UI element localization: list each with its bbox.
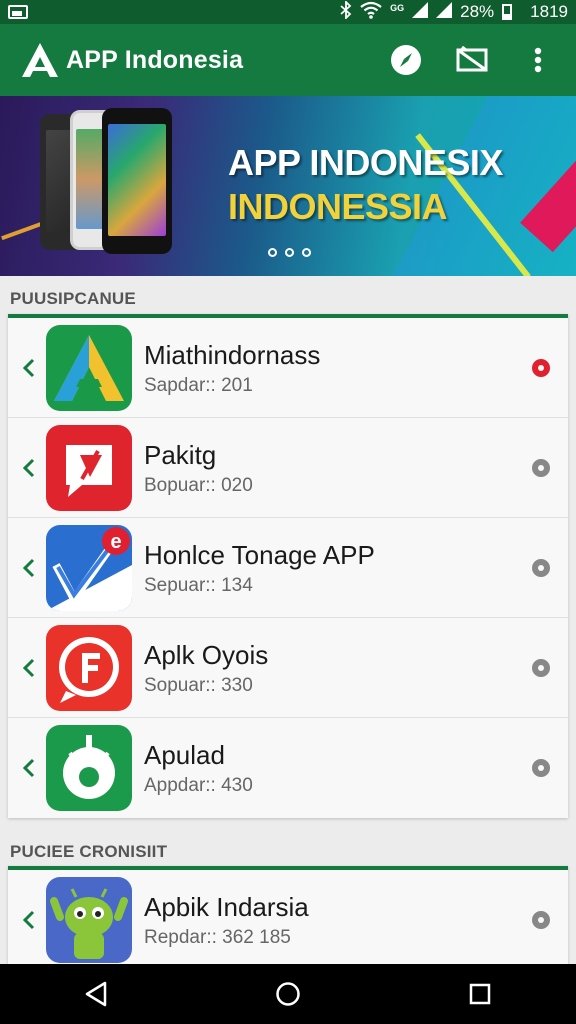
blue-check-app-icon: e bbox=[46, 524, 132, 611]
green-triangle-app-icon bbox=[46, 324, 132, 411]
app-meta: Bopuar:: 020 bbox=[144, 474, 253, 496]
system-nav-bar bbox=[0, 964, 576, 1024]
carousel-dot[interactable] bbox=[285, 248, 294, 257]
chevron-left-icon[interactable] bbox=[8, 870, 46, 970]
list-item[interactable]: Miathindornass Sapdar:: 201 bbox=[8, 318, 568, 418]
carousel-indicator bbox=[268, 248, 311, 257]
app-meta: Sopuar:: 330 bbox=[144, 674, 253, 696]
app-name: Honlce Tonage APP bbox=[144, 539, 375, 570]
battery-percent: 28% bbox=[460, 2, 495, 21]
list-item[interactable]: Apbik Indarsia Repdar:: 362 185 bbox=[8, 870, 568, 970]
battery-icon bbox=[502, 4, 513, 20]
signal-icon-2 bbox=[436, 1, 453, 23]
more-vert-icon[interactable] bbox=[514, 36, 562, 84]
status-indicator-icon bbox=[532, 911, 550, 929]
android-mascot-app-icon bbox=[46, 877, 132, 963]
chevron-left-icon[interactable] bbox=[8, 418, 46, 517]
app-logo-icon bbox=[20, 40, 60, 80]
green-robot-app-icon bbox=[46, 725, 132, 811]
chevron-left-icon[interactable] bbox=[8, 718, 46, 818]
app-meta: Appdar:: 430 bbox=[144, 775, 253, 796]
app-name: Aplk Oyois bbox=[144, 639, 269, 670]
banner-subtitle: INDONESSIA bbox=[228, 186, 448, 227]
chevron-left-icon[interactable] bbox=[8, 318, 46, 417]
app-bar: APP Indonesia bbox=[0, 24, 576, 96]
banner-title: APP INDONESIX bbox=[228, 142, 503, 183]
carousel-dot[interactable] bbox=[268, 248, 277, 257]
app-list-card: Apbik Indarsia Repdar:: 362 185 bbox=[8, 866, 568, 970]
home-icon[interactable] bbox=[258, 964, 318, 1024]
status-indicator-icon bbox=[532, 358, 550, 377]
status-indicator-icon bbox=[532, 558, 550, 577]
wifi-icon bbox=[360, 1, 382, 24]
red-chat-app-icon bbox=[46, 424, 132, 511]
app-name: Apulad bbox=[144, 740, 225, 770]
red-f-app-icon bbox=[46, 624, 132, 711]
back-icon[interactable] bbox=[66, 964, 126, 1024]
app-meta: Sepuar:: 134 bbox=[144, 574, 253, 596]
app-meta: Repdar:: 362 185 bbox=[144, 927, 291, 948]
app-title: APP Indonesia bbox=[66, 45, 244, 74]
svg-text:e: e bbox=[110, 531, 121, 553]
list-item[interactable]: Pakitg Bopuar:: 020 bbox=[8, 418, 568, 518]
status-indicator-icon bbox=[532, 759, 550, 777]
section-heading: PUCIEE CRONISIIT bbox=[10, 842, 168, 861]
carousel-dot[interactable] bbox=[302, 248, 311, 257]
list-item[interactable]: e Honlce Tonage APP Sepuar:: 134 bbox=[8, 518, 568, 618]
list-item[interactable]: Aplk Oyois Sopuar:: 330 bbox=[8, 618, 568, 718]
section-heading: PUUSIPCANUE bbox=[10, 289, 136, 308]
chevron-left-icon[interactable] bbox=[8, 518, 46, 617]
compass-icon[interactable] bbox=[382, 36, 430, 84]
app-name: Apbik Indarsia bbox=[144, 892, 309, 922]
list-item[interactable]: Apulad Appdar:: 430 bbox=[8, 718, 568, 818]
notification-image-icon bbox=[8, 5, 28, 19]
app-name: Miathindornass bbox=[144, 339, 321, 370]
promo-banner[interactable]: APP INDONESIX INDONESSIA bbox=[0, 96, 576, 276]
recents-icon[interactable] bbox=[450, 964, 510, 1024]
signal-icon bbox=[412, 1, 429, 23]
chevron-left-icon[interactable] bbox=[8, 618, 46, 717]
app-meta: Sapdar:: 201 bbox=[144, 374, 253, 396]
clock: 1819 bbox=[530, 2, 568, 21]
status-indicator-icon bbox=[532, 658, 550, 677]
bluetooth-icon bbox=[340, 0, 352, 24]
network-type-label: GG bbox=[390, 2, 405, 13]
phone-image bbox=[102, 108, 172, 254]
status-bar: GG 28% 1819 bbox=[0, 0, 576, 24]
cast-icon[interactable] bbox=[448, 36, 496, 84]
status-indicator-icon bbox=[532, 458, 550, 477]
app-list-card: Miathindornass Sapdar:: 201 Pakitg Bopua… bbox=[8, 314, 568, 818]
app-name: Pakitg bbox=[144, 439, 217, 470]
